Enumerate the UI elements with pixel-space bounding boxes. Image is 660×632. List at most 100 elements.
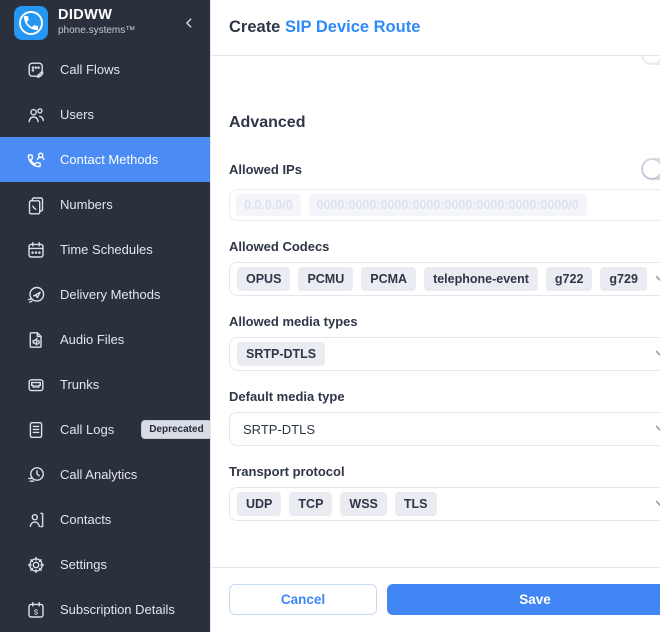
sidebar-item-audio-files[interactable]: Audio Files (0, 317, 210, 362)
contacts-icon (26, 510, 46, 530)
sidebar-item-label: Time Schedules (60, 242, 153, 257)
sidebar-item-numbers[interactable]: Numbers (0, 182, 210, 227)
placeholder-tag: 0.0.0.0/0 (236, 194, 301, 216)
sidebar-item-settings[interactable]: Settings (0, 542, 210, 587)
call-logs-icon (26, 420, 46, 440)
default-media-type-field: Default media type SRTP-DTLS (229, 389, 660, 446)
allowed-codecs-field: Allowed Codecs OPUS PCMU PCMA telephone-eve… (229, 239, 660, 296)
create-route-panel: Create SIP Device Route Advanced Allowed… (210, 0, 660, 632)
sidebar-item-users[interactable]: Users (0, 92, 210, 137)
allowed-ips-toggle[interactable] (641, 158, 660, 180)
panel-title-highlight: SIP Device Route (285, 18, 420, 36)
transport-protocol-tags: UDP TCP WSS TLS (237, 492, 647, 516)
save-button[interactable]: Save (387, 584, 660, 615)
sidebar-item-label: Trunks (60, 377, 99, 392)
transport-protocol-select[interactable]: UDP TCP WSS TLS (229, 487, 660, 521)
sidebar-item-label: Delivery Methods (60, 287, 160, 302)
selected-tag: PCMA (361, 267, 416, 291)
brand-text: DIDWW phone.systems™ (58, 8, 170, 37)
selected-tag: UDP (237, 492, 281, 516)
default-media-type-select[interactable]: SRTP-DTLS (229, 412, 660, 446)
transport-protocol-label: Transport protocol (229, 464, 660, 479)
deprecated-badge: Deprecated (141, 420, 210, 439)
delivery-methods-icon (26, 285, 46, 305)
allowed-codecs-label: Allowed Codecs (229, 239, 660, 254)
selected-tag: g722 (546, 267, 593, 291)
trunks-icon (26, 375, 46, 395)
form-scroll-area[interactable]: Advanced Allowed IPs 0.0.0.0/0 0000:0000:… (211, 56, 660, 567)
allowed-media-types-tags: SRTP-DTLS (237, 342, 647, 366)
allowed-ips-row: Allowed IPs (229, 158, 660, 180)
panel-title: Create SIP Device Route (229, 18, 420, 37)
sidebar-item-label: Call Analytics (60, 467, 137, 482)
subscription-details-icon: $ (26, 600, 46, 620)
allowed-ips-label: Allowed IPs (229, 162, 302, 177)
sidebar-item-contacts[interactable]: Contacts (0, 497, 210, 542)
selected-tag: g729 (600, 267, 647, 291)
brand: DIDWW phone.systems™ (0, 0, 210, 45)
panel-title-prefix: Create (229, 18, 280, 36)
sidebar-item-call-flows[interactable]: Call Flows (0, 47, 210, 92)
partial-scrolled-toggle[interactable] (641, 56, 660, 65)
sidebar-item-label: Contacts (60, 512, 111, 527)
sidebar-item-label: Call Flows (60, 62, 120, 77)
panel-footer: Cancel Save (211, 567, 660, 632)
sidebar-item-label: Contact Methods (60, 152, 158, 167)
call-flows-icon (26, 60, 46, 80)
call-analytics-icon (26, 465, 46, 485)
time-schedules-icon (26, 240, 46, 260)
panel-header: Create SIP Device Route (211, 0, 660, 56)
didww-logo-icon (14, 6, 48, 40)
collapse-sidebar-icon[interactable] (180, 14, 198, 32)
app-root: DIDWW phone.systems™ Call Flows Users Cont… (0, 0, 660, 632)
selected-tag: PCMU (298, 267, 353, 291)
allowed-codecs-tags: OPUS PCMU PCMA telephone-event g722 g729 (237, 267, 647, 291)
sidebar-item-label: Settings (60, 557, 107, 572)
placeholder-tag: 0000:0000:0000:0000:0000:0000:0000:0000/… (309, 194, 587, 216)
sidebar-item-label: Call Logs (60, 422, 114, 437)
sidebar-item-time-schedules[interactable]: Time Schedules (0, 227, 210, 272)
sidebar-item-trunks[interactable]: Trunks (0, 362, 210, 407)
selected-tag: telephone-event (424, 267, 538, 291)
selected-tag: OPUS (237, 267, 290, 291)
default-media-type-value: SRTP-DTLS (237, 422, 647, 437)
sidebar-item-contact-methods[interactable]: Contact Methods (0, 137, 210, 182)
svg-text:$: $ (34, 607, 39, 616)
cancel-button[interactable]: Cancel (229, 584, 377, 615)
chevron-down-icon (655, 500, 660, 508)
sidebar-item-call-analytics[interactable]: Call Analytics (0, 452, 210, 497)
sidebar-nav: Call Flows Users Contact Methods Numbers Tim… (0, 45, 210, 632)
contact-methods-icon (26, 150, 46, 170)
toggle-knob (643, 56, 660, 63)
default-media-type-label: Default media type (229, 389, 660, 404)
audio-files-icon (26, 330, 46, 350)
allowed-ips-input[interactable]: 0.0.0.0/0 0000:0000:0000:0000:0000:0000:0… (229, 189, 660, 221)
sidebar-item-subscription-details[interactable]: $ Subscription Details (0, 587, 210, 632)
allowed-media-types-field: Allowed media types SRTP-DTLS (229, 314, 660, 371)
allowed-media-types-label: Allowed media types (229, 314, 660, 329)
selected-tag: TLS (395, 492, 437, 516)
allowed-media-types-select[interactable]: SRTP-DTLS (229, 337, 660, 371)
sidebar-item-label: Subscription Details (60, 602, 175, 617)
sidebar-item-label: Audio Files (60, 332, 124, 347)
chevron-down-icon (655, 275, 660, 283)
advanced-heading: Advanced (229, 114, 660, 132)
numbers-icon (26, 195, 46, 215)
sidebar-item-label: Users (60, 107, 94, 122)
sidebar-item-delivery-methods[interactable]: Delivery Methods (0, 272, 210, 317)
users-icon (26, 105, 46, 125)
brand-name: DIDWW (58, 8, 170, 23)
settings-icon (26, 555, 46, 575)
chevron-down-icon (655, 350, 660, 358)
transport-protocol-field: Transport protocol UDP TCP WSS TLS (229, 464, 660, 521)
toggle-knob (643, 160, 660, 178)
sidebar-item-call-logs[interactable]: Call Logs Deprecated (0, 407, 210, 452)
selected-tag: SRTP-DTLS (237, 342, 325, 366)
allowed-codecs-select[interactable]: OPUS PCMU PCMA telephone-event g722 g729 (229, 262, 660, 296)
chevron-down-icon (655, 425, 660, 433)
sidebar-item-label: Numbers (60, 197, 113, 212)
sidebar: DIDWW phone.systems™ Call Flows Users Cont… (0, 0, 210, 632)
brand-product: phone.systems™ (58, 26, 170, 37)
selected-tag: WSS (340, 492, 386, 516)
selected-tag: TCP (289, 492, 332, 516)
